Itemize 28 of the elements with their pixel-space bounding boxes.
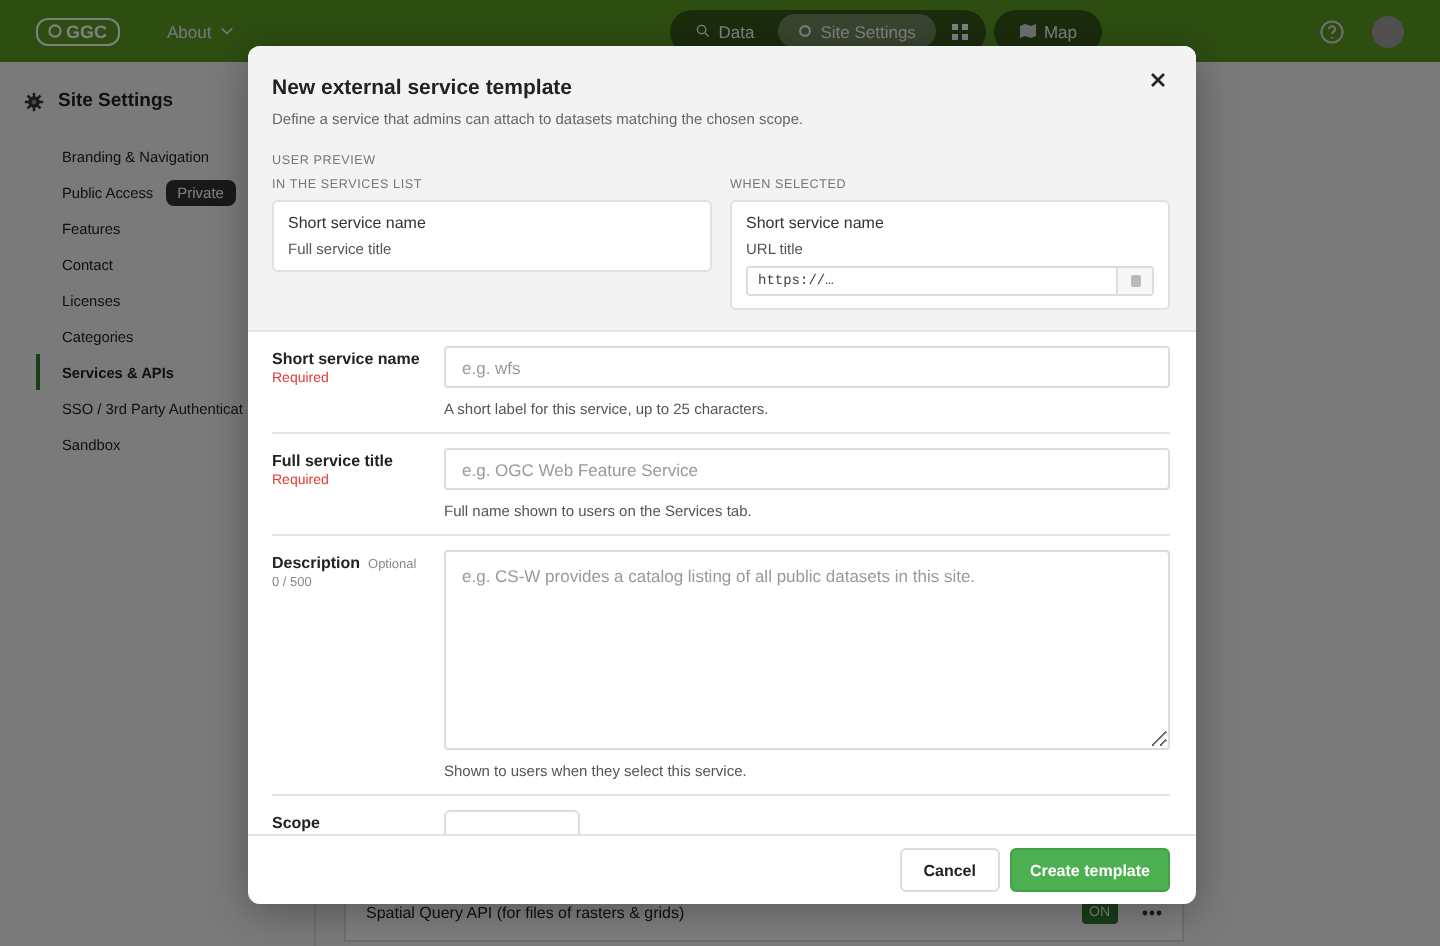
cancel-button[interactable]: Cancel [899, 848, 1000, 892]
search-icon [696, 24, 711, 38]
grid-icon[interactable] [951, 23, 968, 39]
map-icon [1019, 24, 1036, 38]
preview-name: Short service name [746, 214, 886, 232]
text-field[interactable]: e.g. OGC Web Feature Service [444, 448, 1170, 490]
description-field[interactable]: e.g. CS-W provides a catalog listing of all public datasets in this site. [444, 550, 1170, 750]
copy-button[interactable] [1116, 268, 1152, 294]
field-label: Scope [272, 814, 321, 832]
close-button[interactable] [1148, 70, 1168, 90]
gear-icon [798, 24, 813, 38]
copy-icon [1129, 274, 1141, 288]
chevron-down-icon [219, 26, 234, 36]
sidebar-title: Site Settings [58, 90, 174, 112]
nav-tab[interactable]: Data [676, 14, 775, 48]
gear-icon [24, 91, 44, 111]
field-label: Full service title [272, 452, 393, 470]
field-label: Description [272, 554, 361, 572]
user-avatar[interactable] [1372, 15, 1404, 47]
more-icon[interactable] [1142, 909, 1162, 915]
service-name: Spatial Query API (for files of rasters & grids) [366, 903, 687, 921]
preview-name: Short service name [288, 214, 428, 232]
dialog-title: New external service template [272, 76, 572, 100]
site-logo[interactable]: GGC [36, 17, 120, 45]
map-tab[interactable]: Map [999, 14, 1097, 48]
create-button[interactable]: Create template [1009, 848, 1170, 892]
help-icon[interactable] [1320, 19, 1344, 43]
text-field[interactable]: e.g. wfs [444, 346, 1170, 388]
